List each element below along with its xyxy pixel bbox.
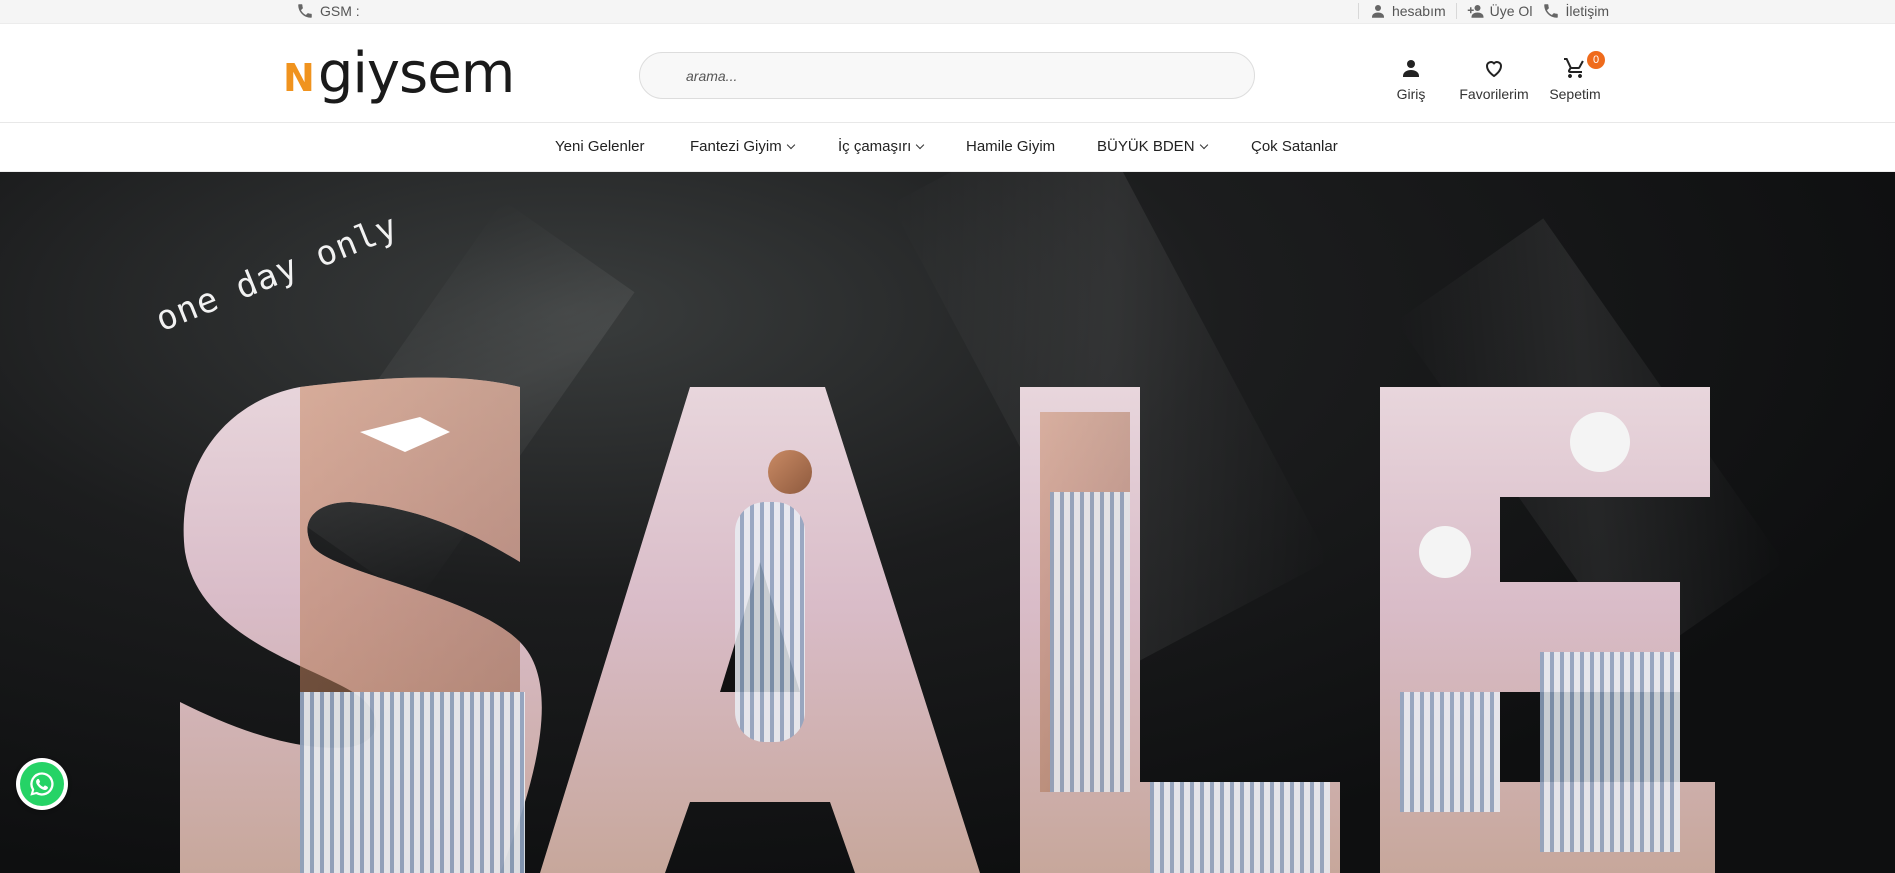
nav-item-label: Hamile Giyim	[966, 138, 1056, 155]
search-input[interactable]	[639, 52, 1255, 99]
chevron-down-icon	[916, 140, 925, 150]
gsm-contact: GSM :	[296, 2, 360, 20]
letter-a	[540, 387, 980, 873]
nav-item-maternity[interactable]: Hamile Giyim	[966, 138, 1055, 155]
nav-item-plus-size[interactable]: BÜYÜK BDEN	[1097, 138, 1208, 155]
divider	[1455, 3, 1457, 19]
nav-item-underwear[interactable]: İç çamaşırı	[838, 138, 925, 155]
letter-s	[180, 377, 542, 873]
heart-icon	[1485, 61, 1503, 78]
login-label: Giriş	[1396, 86, 1426, 102]
whatsapp-button[interactable]	[16, 758, 68, 810]
account-link[interactable]: hesabım	[1369, 2, 1446, 20]
logo-word: giysem	[317, 41, 515, 106]
letter-l	[1020, 387, 1340, 873]
hero-banner[interactable]: one day only	[0, 172, 1895, 873]
logo-mark: N	[283, 56, 315, 100]
contact-link[interactable]: İletişim	[1542, 2, 1609, 20]
letter-e	[1380, 387, 1715, 873]
nav-item-fantasy-wear[interactable]: Fantezi Giyim	[690, 138, 795, 155]
account-link-label: hesabım	[1391, 3, 1446, 19]
nav-item-new-arrivals[interactable]: Yeni Gelenler	[555, 138, 645, 155]
cart-label: Sepetim	[1549, 86, 1601, 102]
person-add-icon	[1467, 5, 1484, 18]
phone-icon	[1544, 4, 1559, 18]
chevron-down-icon	[786, 140, 795, 150]
header-actions: Giriş Favorilerim 0 Sepetim	[1390, 51, 1605, 102]
cart-icon	[1564, 58, 1584, 78]
nav-item-label: Yeni Gelenler	[555, 138, 645, 155]
nav-item-best-sellers[interactable]: Çok Satanlar	[1251, 138, 1338, 155]
site-logo[interactable]: N giysem	[283, 41, 515, 108]
phone-icon	[298, 4, 312, 18]
cart-button[interactable]: 0 Sepetim	[1547, 51, 1605, 102]
chevron-down-icon	[1199, 140, 1208, 150]
top-bar: GSM : hesabım Üye Ol İletişim	[0, 0, 1895, 24]
person-icon	[1403, 60, 1419, 77]
divider	[1357, 3, 1359, 19]
nav-item-label: Çok Satanlar	[1251, 138, 1338, 155]
cart-count-badge: 0	[1587, 51, 1605, 69]
person-icon	[1371, 5, 1384, 18]
whatsapp-icon	[20, 762, 64, 806]
favorites-label: Favorilerim	[1459, 86, 1529, 102]
register-link-label: Üye Ol	[1489, 3, 1533, 19]
favorites-button[interactable]: Favorilerim	[1456, 56, 1532, 102]
main-nav: Yeni Gelenler Fantezi Giyim İç çamaşırı …	[0, 123, 1895, 172]
hero-sale-graphic	[180, 377, 1715, 873]
nav-item-label: BÜYÜK BDEN	[1097, 138, 1195, 155]
account-links: hesabım Üye Ol İletişim	[1348, 2, 1609, 20]
nav-item-label: Fantezi Giyim	[690, 138, 782, 155]
contact-link-label: İletişim	[1565, 3, 1609, 19]
register-link[interactable]: Üye Ol	[1467, 2, 1533, 20]
gsm-label: GSM :	[320, 3, 360, 19]
site-header: N giysem Giriş Favorilerim 0 Sepetim	[0, 24, 1895, 123]
nav-item-label: İç çamaşırı	[838, 138, 912, 155]
login-button[interactable]: Giriş	[1390, 56, 1432, 102]
